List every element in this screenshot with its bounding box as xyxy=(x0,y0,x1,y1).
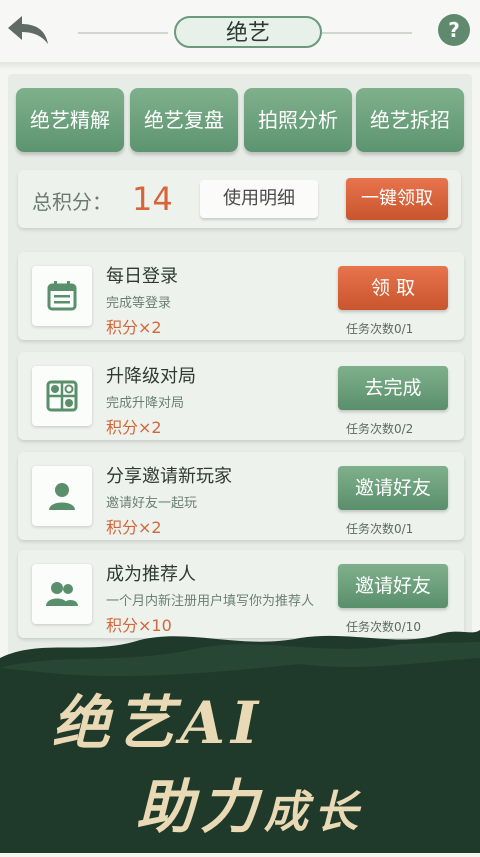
task-title: 成为推荐人 xyxy=(106,564,196,585)
task-title: 每日登录 xyxy=(106,266,178,287)
header-shadow xyxy=(0,62,480,70)
invite-friend-button[interactable]: 邀请好友 xyxy=(338,466,448,510)
claim-all-button[interactable]: 一键领取 xyxy=(346,178,448,220)
claim-button[interactable]: 领 取 xyxy=(338,266,448,310)
invite-friend-button[interactable]: 邀请好友 xyxy=(338,564,448,608)
task-count: 任务次数0/1 xyxy=(346,522,414,536)
task-desc: 完成等登录 xyxy=(106,296,172,311)
task-card-rank-match: 升降级对局 完成升降对局 积分×2 去完成 任务次数0/2 xyxy=(18,352,464,440)
task-count: 任务次数0/2 xyxy=(346,422,414,436)
task-card-invite-player: 分享邀请新玩家 邀请好友一起玩 积分×2 邀请好友 任务次数0/1 xyxy=(18,452,464,540)
user-icon xyxy=(32,466,92,526)
slogan-small: 成长 xyxy=(264,787,365,838)
task-title: 分享邀请新玩家 xyxy=(106,466,232,487)
task-card-referrer: 成为推荐人 一个月内新注册用户填写你为推荐人 积分×10 邀请好友 任务次数0/… xyxy=(18,550,464,638)
task-desc: 邀请好友一起玩 xyxy=(106,496,198,511)
title-divider-left xyxy=(78,32,168,34)
go-complete-button[interactable]: 去完成 xyxy=(338,366,448,410)
help-icon[interactable]: ? xyxy=(438,14,470,46)
score-value: 14 xyxy=(132,180,173,218)
tab-jueyi-review[interactable]: 绝艺复盘 xyxy=(130,88,238,152)
task-desc: 一个月内新注册用户填写你为推荐人 xyxy=(106,594,315,609)
task-points: 积分×2 xyxy=(106,418,162,437)
task-points: 积分×2 xyxy=(106,318,162,337)
users-icon xyxy=(32,564,92,624)
slogan-line-2: 助力成长 xyxy=(136,760,364,844)
tab-photo-analysis[interactable]: 拍照分析 xyxy=(244,88,352,152)
task-desc: 完成升降对局 xyxy=(106,396,185,411)
slogan-line-1: 绝艺AI xyxy=(52,689,265,757)
header-bar: 绝艺 ? xyxy=(0,0,480,62)
tab-jueyi-moves[interactable]: 绝艺拆招 xyxy=(356,88,464,152)
go-board-icon xyxy=(32,366,92,426)
score-label: 总积分： xyxy=(32,190,112,214)
task-title: 升降级对局 xyxy=(106,366,196,387)
calendar-icon xyxy=(32,266,92,326)
slogan-main: 助力 xyxy=(136,773,265,841)
score-panel: 总积分： 14 使用明细 一键领取 xyxy=(18,170,461,228)
task-points: 积分×2 xyxy=(106,518,162,537)
title-divider-right xyxy=(322,32,412,34)
tab-jueyi-analysis[interactable]: 绝艺精解 xyxy=(16,88,124,152)
page-title: 绝艺 xyxy=(174,16,322,48)
usage-detail-button[interactable]: 使用明细 xyxy=(200,180,318,218)
task-count: 任务次数0/1 xyxy=(346,322,414,336)
back-arrow-icon[interactable] xyxy=(6,12,50,48)
task-card-daily-login: 每日登录 完成等登录 积分×2 领 取 任务次数0/1 xyxy=(18,252,464,340)
